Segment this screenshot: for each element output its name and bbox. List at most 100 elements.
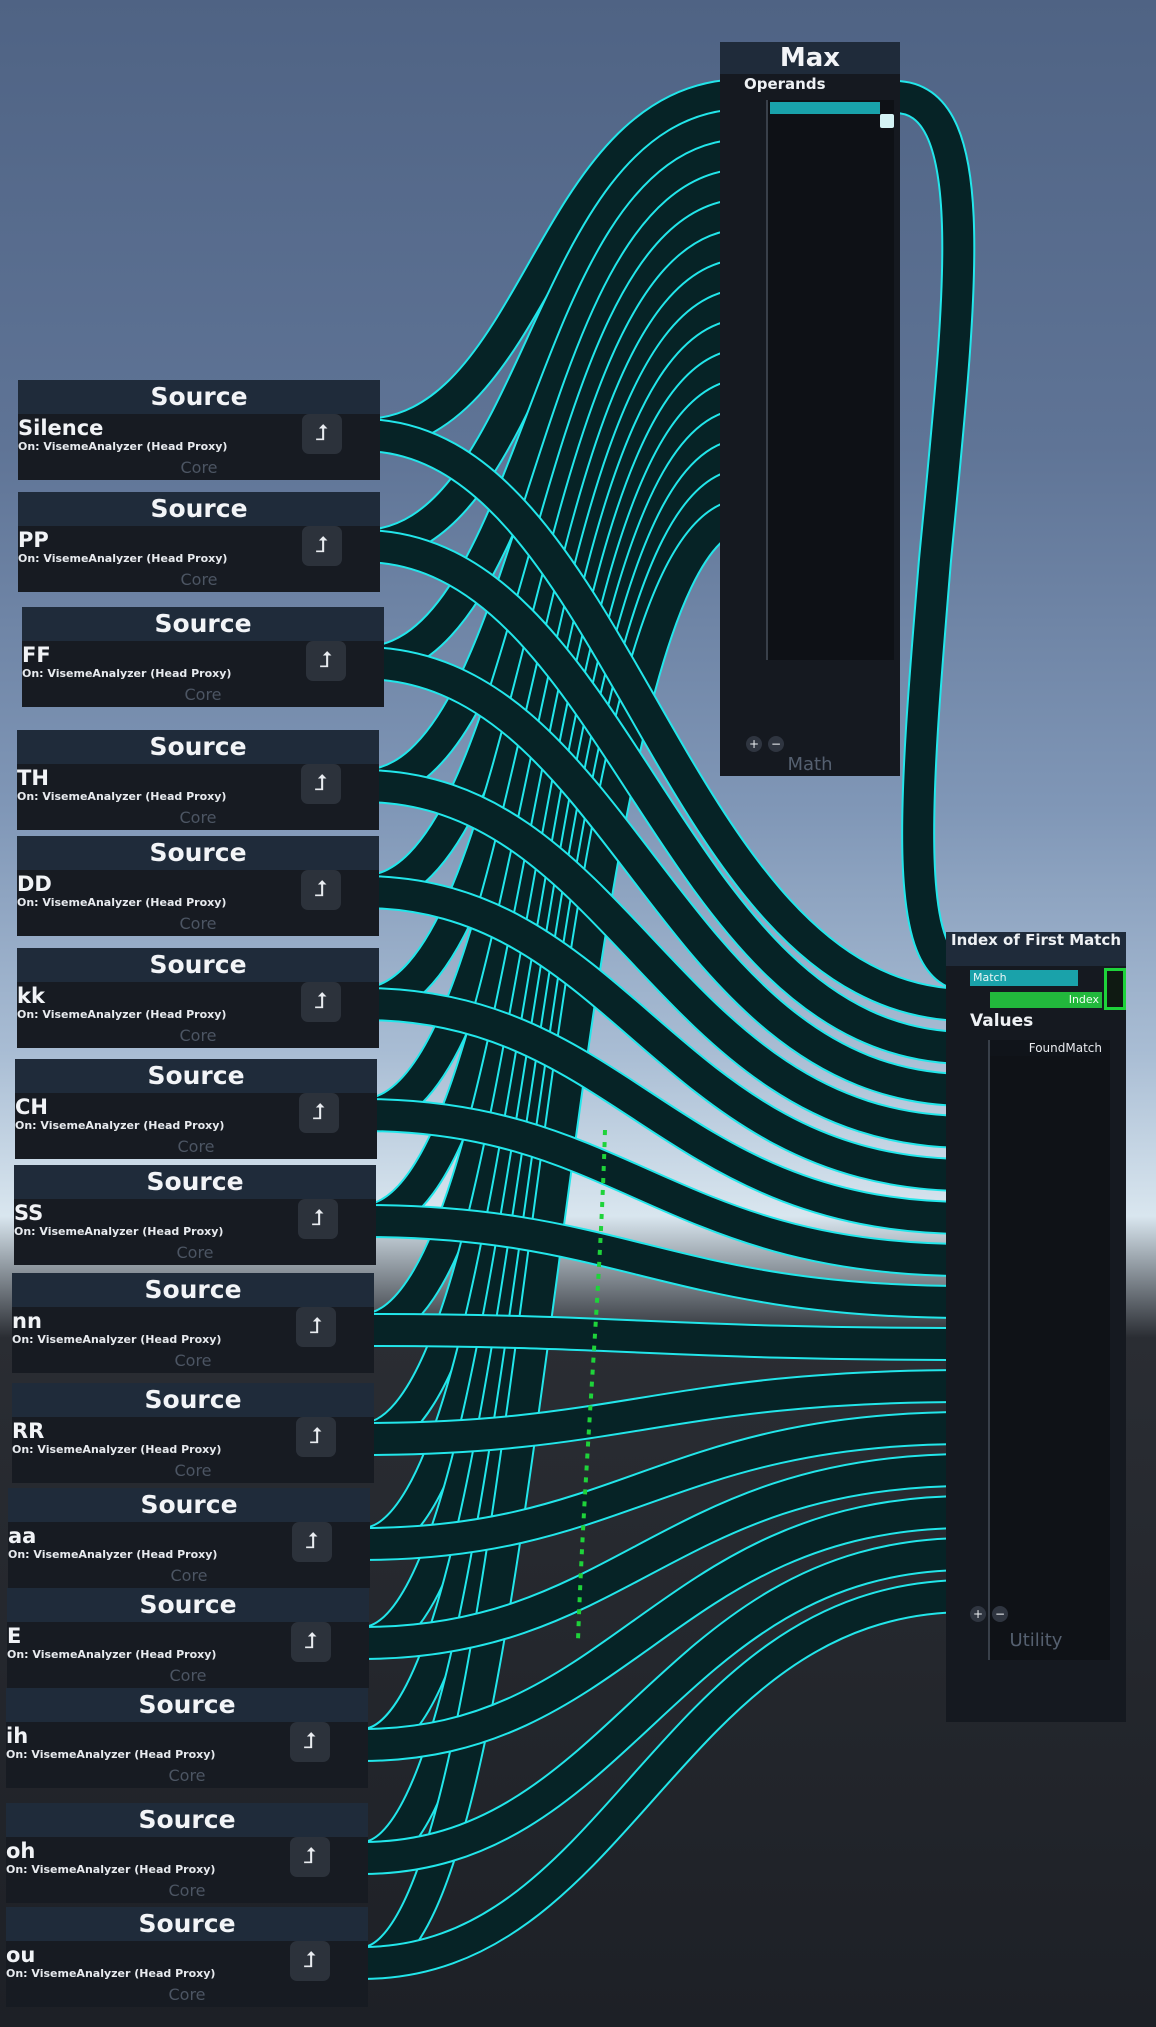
wire-source-to-max-core [360, 200, 746, 907]
wire-source-to-index-core [361, 1371, 969, 1454]
source-node-header[interactable]: Source [14, 1165, 376, 1199]
source-node-header[interactable]: Source [12, 1273, 374, 1307]
source-node[interactable]: Source CH On: VisemeAnalyzer (Head Proxy… [15, 1059, 377, 1159]
wire-source-to-index [361, 1204, 969, 1319]
wire-source-to-max-core [360, 170, 746, 801]
source-subtitle: On: VisemeAnalyzer (Head Proxy) [17, 896, 227, 909]
index-of-first-match-node[interactable]: Index of First Match Match Index Values … [946, 932, 1126, 1722]
add-value-button[interactable]: + [970, 1606, 986, 1622]
jump-arrow-icon[interactable]: ⮥ [292, 1522, 332, 1562]
source-node[interactable]: Source RR On: VisemeAnalyzer (Head Proxy… [12, 1383, 374, 1483]
wire-source-to-max-core [361, 110, 746, 561]
match-input-port[interactable]: Match [970, 970, 1078, 986]
add-operand-button[interactable]: + [746, 736, 762, 752]
source-node[interactable]: Source DD On: VisemeAnalyzer (Head Proxy… [17, 836, 379, 936]
source-name: DD [17, 872, 52, 896]
source-node[interactable]: Source nn On: VisemeAnalyzer (Head Proxy… [12, 1273, 374, 1373]
source-node[interactable]: Source E On: VisemeAnalyzer (Head Proxy)… [7, 1588, 369, 1688]
source-node-header[interactable]: Source [6, 1803, 368, 1837]
source-node[interactable]: Source aa On: VisemeAnalyzer (Head Proxy… [8, 1488, 370, 1588]
source-node[interactable]: Source FF On: VisemeAnalyzer (Head Proxy… [22, 607, 384, 707]
jump-arrow-icon[interactable]: ⮥ [298, 1199, 338, 1239]
remove-value-button[interactable]: − [992, 1606, 1008, 1622]
operand-slot-highlight[interactable] [770, 102, 880, 114]
source-node-header[interactable]: Source [18, 492, 380, 526]
jump-arrow-icon[interactable]: ⮥ [301, 870, 341, 910]
jump-arrow-icon[interactable]: ⮥ [296, 1417, 336, 1457]
wire-source-to-index-core [361, 877, 969, 1190]
jump-arrow-icon[interactable]: ⮥ [296, 1307, 336, 1347]
source-node-header[interactable]: Source [8, 1488, 370, 1522]
remove-operand-button[interactable]: − [768, 736, 784, 752]
source-node[interactable]: Source SS On: VisemeAnalyzer (Head Proxy… [14, 1165, 376, 1265]
values-list[interactable] [988, 1040, 1110, 1660]
source-node-body: ou On: VisemeAnalyzer (Head Proxy) ⮥ Cor… [6, 1941, 368, 2007]
operands-list[interactable] [766, 100, 894, 660]
wire-source-to-max-core [360, 320, 747, 1345]
source-subtitle: On: VisemeAnalyzer (Head Proxy) [18, 440, 228, 453]
source-subtitle: On: VisemeAnalyzer (Head Proxy) [6, 1863, 216, 1876]
source-subtitle: On: VisemeAnalyzer (Head Proxy) [14, 1225, 224, 1238]
jump-arrow-icon[interactable]: ⮥ [290, 1722, 330, 1762]
source-node[interactable]: Source Silence On: VisemeAnalyzer (Head … [18, 380, 380, 480]
source-category: Core [168, 1881, 206, 1900]
found-match-output-port[interactable]: FoundMatch [990, 1040, 1102, 1056]
source-node-header[interactable]: Source [17, 836, 379, 870]
source-node-header[interactable]: Source [18, 380, 380, 414]
source-node[interactable]: Source ou On: VisemeAnalyzer (Head Proxy… [6, 1907, 368, 2007]
jump-arrow-icon[interactable]: ⮥ [301, 982, 341, 1022]
source-node[interactable]: Source kk On: VisemeAnalyzer (Head Proxy… [17, 948, 379, 1048]
source-node-header[interactable]: Source [12, 1383, 374, 1417]
wire-source-to-index [361, 1495, 969, 1762]
jump-arrow-icon[interactable]: ⮥ [302, 526, 342, 566]
wire-source-to-max-core [360, 290, 747, 1236]
source-name: TH [17, 766, 49, 790]
source-node-header[interactable]: Source [6, 1907, 368, 1941]
source-node-header[interactable]: Source [22, 607, 384, 641]
source-node[interactable]: Source ih On: VisemeAnalyzer (Head Proxy… [6, 1688, 368, 1788]
source-node-header[interactable]: Source [17, 948, 379, 982]
jump-arrow-icon[interactable]: ⮥ [301, 764, 341, 804]
wire-source-to-max [360, 198, 747, 909]
source-node-header[interactable]: Source [6, 1688, 368, 1722]
source-node[interactable]: Source oh On: VisemeAnalyzer (Head Proxy… [6, 1803, 368, 1903]
source-name: RR [12, 1419, 45, 1443]
source-subtitle: On: VisemeAnalyzer (Head Proxy) [17, 790, 227, 803]
jump-arrow-icon[interactable]: ⮥ [299, 1093, 339, 1133]
wire-max-to-match-core [893, 82, 974, 990]
wire-source-to-index-core [361, 1100, 969, 1275]
source-node-body: oh On: VisemeAnalyzer (Head Proxy) ⮥ Cor… [6, 1837, 368, 1903]
jump-arrow-icon[interactable]: ⮥ [291, 1622, 331, 1662]
index-node-title[interactable]: Index of First Match [946, 932, 1126, 966]
source-name: ih [6, 1724, 29, 1748]
wire-source-to-index [361, 1537, 969, 1875]
output-port[interactable] [880, 114, 894, 128]
jump-arrow-icon[interactable]: ⮥ [306, 641, 346, 681]
source-name: ou [6, 1943, 36, 1967]
source-node-header[interactable]: Source [7, 1588, 369, 1622]
max-node-title[interactable]: Max [720, 42, 900, 74]
jump-arrow-icon[interactable]: ⮥ [290, 1941, 330, 1981]
wire-source-to-index-core [361, 1413, 969, 1559]
max-node[interactable]: Max Operands + − Math [720, 42, 900, 776]
source-category: Core [179, 914, 217, 933]
wire-max-to-match [893, 80, 976, 992]
source-node-header[interactable]: Source [15, 1059, 377, 1093]
source-category: Core [180, 458, 218, 477]
wire-source-to-max [359, 468, 748, 1875]
wire-source-to-index [361, 987, 969, 1235]
index-output-port[interactable]: Index [990, 992, 1102, 1008]
wire-source-to-max [359, 348, 747, 1456]
source-node-body: DD On: VisemeAnalyzer (Head Proxy) ⮥ Cor… [17, 870, 379, 936]
source-node-header[interactable]: Source [17, 730, 379, 764]
source-subtitle: On: VisemeAnalyzer (Head Proxy) [8, 1548, 218, 1561]
source-category: Core [179, 1026, 217, 1045]
node-graph-canvas[interactable]: Source Silence On: VisemeAnalyzer (Head … [0, 0, 1156, 2027]
source-node[interactable]: Source TH On: VisemeAnalyzer (Head Proxy… [17, 730, 379, 830]
wire-source-to-max [359, 408, 748, 1660]
jump-arrow-icon[interactable]: ⮥ [290, 1837, 330, 1877]
index-output-connector[interactable] [1104, 968, 1126, 1010]
source-node[interactable]: Source PP On: VisemeAnalyzer (Head Proxy… [18, 492, 380, 592]
source-category: Core [168, 1985, 206, 2004]
jump-arrow-icon[interactable]: ⮥ [302, 414, 342, 454]
